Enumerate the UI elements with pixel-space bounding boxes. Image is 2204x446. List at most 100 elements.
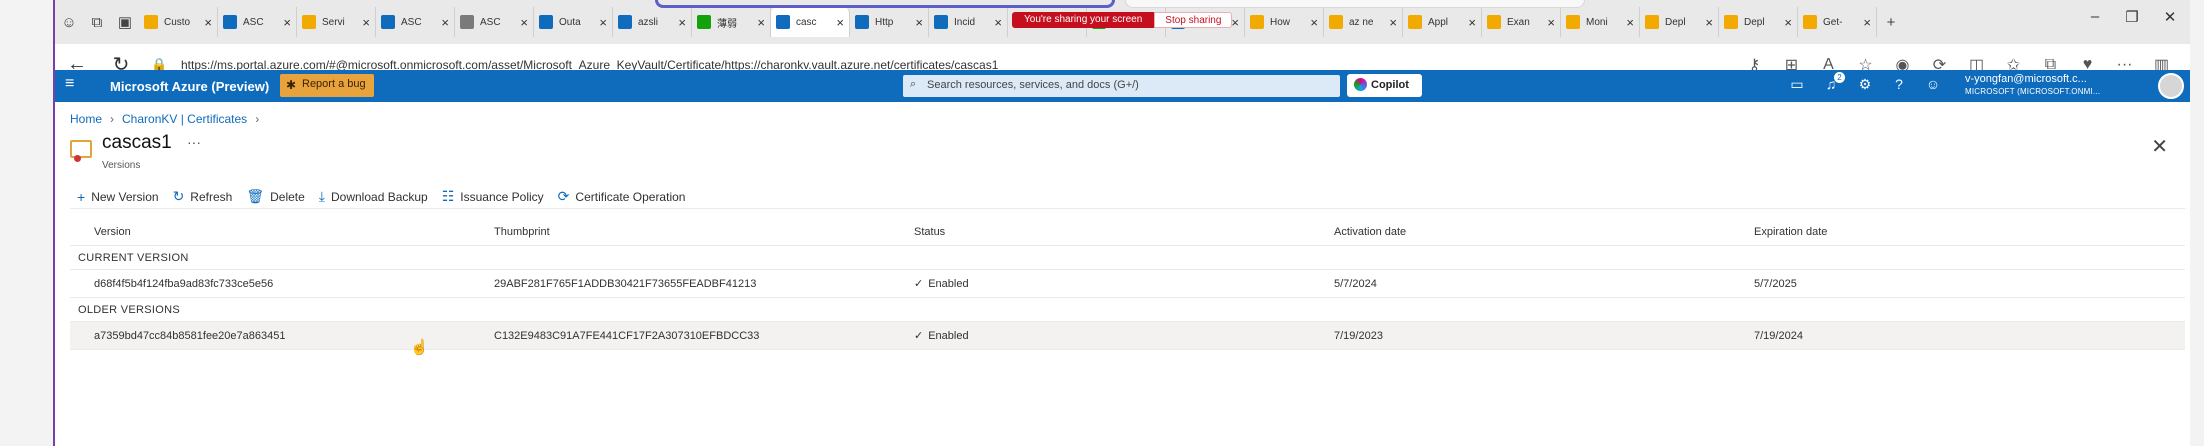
- global-search-input[interactable]: ⌕ Search resources, services, and docs (…: [903, 75, 1340, 97]
- activation-date: 7/19/2023: [1334, 329, 1383, 342]
- help-icon[interactable]: ?: [1882, 76, 1916, 93]
- tab-close-icon[interactable]: ×: [599, 15, 607, 30]
- column-header-activation[interactable]: Activation date: [1329, 226, 1749, 238]
- browser-tab[interactable]: Outa ×: [534, 7, 613, 37]
- tab-label: Outa: [559, 16, 581, 28]
- browser-tab[interactable]: Appl ×: [1403, 7, 1482, 37]
- new-version-button[interactable]: + New Version: [77, 188, 159, 205]
- azure-brand[interactable]: Microsoft Azure (Preview): [110, 79, 269, 94]
- browser-tab[interactable]: azsli ×: [613, 7, 692, 37]
- restore-icon[interactable]: ❐: [2112, 8, 2152, 26]
- tab-close-icon[interactable]: ×: [1784, 15, 1792, 30]
- breadcrumb-certificates[interactable]: CharonKV | Certificates: [122, 112, 247, 126]
- stop-sharing-button[interactable]: Stop sharing: [1154, 12, 1233, 28]
- minimize-icon[interactable]: –: [2075, 8, 2115, 25]
- browser-tab[interactable]: 薄弱 ×: [692, 7, 771, 37]
- tab-close-icon[interactable]: ×: [1863, 15, 1871, 30]
- tab-close-icon[interactable]: ×: [1468, 15, 1476, 30]
- tab-close-icon[interactable]: ×: [994, 15, 1002, 30]
- column-header-status[interactable]: Status: [909, 226, 1329, 238]
- column-header-expiration[interactable]: Expiration date: [1749, 226, 2149, 238]
- tab-actions-icon[interactable]: ▣: [111, 8, 139, 36]
- new-tab-button[interactable]: +: [1877, 8, 1905, 36]
- browser-tab[interactable]: Get- ×: [1798, 7, 1877, 37]
- tab-close-icon[interactable]: ×: [283, 15, 291, 30]
- download-backup-button[interactable]: ⤓ Download Backup: [319, 188, 428, 205]
- tab-favicon-icon: [1645, 15, 1659, 29]
- browser-tab[interactable]: ASC ×: [455, 7, 534, 37]
- tab-close-icon[interactable]: ×: [1705, 15, 1713, 30]
- tab-label: Depl: [1744, 16, 1765, 28]
- tab-favicon-icon: [618, 15, 632, 29]
- breadcrumb-separator: ›: [110, 112, 115, 126]
- tab-close-icon[interactable]: ×: [1231, 15, 1239, 30]
- delete-label: Delete: [270, 189, 305, 204]
- tab-favicon-icon: [1724, 15, 1738, 29]
- tab-label: Custo: [164, 16, 191, 28]
- tab-close-icon[interactable]: ×: [915, 15, 923, 30]
- breadcrumb-home[interactable]: Home: [70, 112, 102, 126]
- browser-tab[interactable]: az ne ×: [1324, 7, 1403, 37]
- delete-button[interactable]: 🗑 Delete: [246, 188, 304, 205]
- browser-tab[interactable]: Exan ×: [1482, 7, 1561, 37]
- header-icons: ▭ ♫ 2 ⚙ ? ☺: [1780, 72, 1950, 93]
- report-bug-button[interactable]: ✱ Report a bug: [280, 74, 374, 97]
- cloud-shell-icon[interactable]: ▭: [1780, 76, 1814, 93]
- new-version-label: New Version: [91, 189, 159, 204]
- browser-tab[interactable]: Custo ×: [139, 7, 218, 37]
- browser-tab[interactable]: Moni ×: [1561, 7, 1640, 37]
- more-options-icon[interactable]: ···: [187, 134, 201, 150]
- browser-tab[interactable]: ASC ×: [218, 7, 297, 37]
- settings-gear-icon[interactable]: ⚙: [1848, 76, 1882, 93]
- column-header-thumbprint[interactable]: Thumbprint: [489, 226, 909, 238]
- tab-close-icon[interactable]: ×: [757, 15, 765, 30]
- browser-tab[interactable]: casc ×: [771, 7, 850, 37]
- tab-close-icon[interactable]: ×: [362, 15, 370, 30]
- search-icon: ⌕: [910, 78, 917, 90]
- account-info[interactable]: v-yongfan@microsoft.c... MICROSOFT (MICR…: [1965, 73, 2100, 96]
- column-header-version[interactable]: Version: [70, 226, 489, 238]
- browser-tab[interactable]: Depl ×: [1640, 7, 1719, 37]
- tab-close-icon[interactable]: ×: [520, 15, 528, 30]
- tab-close-icon[interactable]: ×: [1547, 15, 1555, 30]
- status-text: Enabled: [928, 278, 969, 290]
- copilot-label: Copilot: [1371, 79, 1409, 91]
- version-id[interactable]: d68f4f5b4f124fba9ad83fc733ce5e56: [70, 278, 489, 290]
- profile-icon[interactable]: ☺: [55, 8, 83, 36]
- close-window-icon[interactable]: ✕: [2150, 8, 2190, 26]
- hamburger-menu-icon[interactable]: ≡: [65, 75, 74, 93]
- copilot-button[interactable]: Copilot: [1347, 74, 1422, 97]
- notifications-icon[interactable]: ♫ 2: [1814, 72, 1848, 93]
- certificate-operation-button[interactable]: ⟳ Certificate Operation: [558, 188, 686, 205]
- thumbprint: C132E9483C91A7FE441CF17F2A307310EFBDCC33: [494, 329, 760, 342]
- browser-tab[interactable]: Http ×: [850, 7, 929, 37]
- workspaces-icon[interactable]: ⧉: [83, 8, 111, 36]
- table-row[interactable]: d68f4f5b4f124fba9ad83fc733ce5e56 29ABF28…: [70, 270, 2185, 298]
- tab-favicon-icon: [144, 15, 158, 29]
- browser-tab[interactable]: How ×: [1245, 7, 1324, 37]
- table-row[interactable]: a7359bd47cc84b8581fee20e7a863451 C132E94…: [70, 322, 2185, 350]
- tab-label: How: [1270, 16, 1291, 28]
- browser-tab[interactable]: Servi ×: [297, 7, 376, 37]
- avatar[interactable]: [2158, 73, 2184, 99]
- browser-tab[interactable]: Incid ×: [929, 7, 1008, 37]
- tab-favicon-icon: [855, 15, 869, 29]
- tab-close-icon[interactable]: ×: [678, 15, 686, 30]
- browser-tab[interactable]: ASC ×: [376, 7, 455, 37]
- divider: [70, 208, 2185, 209]
- tab-close-icon[interactable]: ×: [1626, 15, 1634, 30]
- main-content: Home › CharonKV | Certificates › cascas1…: [55, 102, 2190, 446]
- tab-label: Get-: [1823, 16, 1843, 28]
- tab-close-icon[interactable]: ×: [836, 15, 844, 30]
- expiration-date: 5/7/2025: [1754, 277, 1797, 290]
- tab-close-icon[interactable]: ×: [204, 15, 212, 30]
- close-blade-icon[interactable]: ✕: [2151, 134, 2168, 159]
- feedback-icon[interactable]: ☺: [1916, 76, 1950, 93]
- tab-close-icon[interactable]: ×: [1389, 15, 1397, 30]
- refresh-button[interactable]: ↻ Refresh: [173, 188, 233, 205]
- browser-tab[interactable]: Depl ×: [1719, 7, 1798, 37]
- tab-close-icon[interactable]: ×: [441, 15, 449, 30]
- tab-close-icon[interactable]: ×: [1310, 15, 1318, 30]
- issuance-policy-button[interactable]: ☷ Issuance Policy: [442, 188, 544, 205]
- left-margin: [0, 0, 54, 446]
